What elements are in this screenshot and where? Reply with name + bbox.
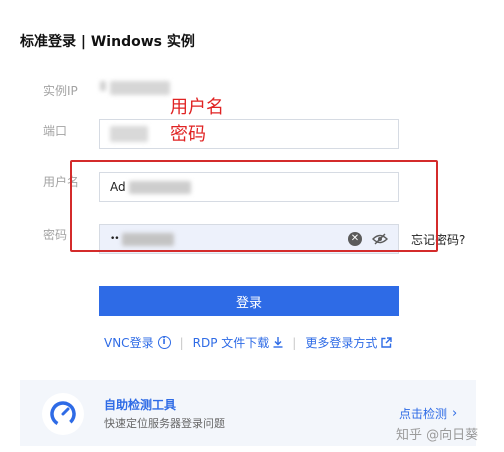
gauge-icon xyxy=(42,393,84,435)
divider: | xyxy=(179,335,184,350)
annotation-username: 用户名 xyxy=(170,97,224,118)
rdp-download-link[interactable]: RDP 文件下载 xyxy=(193,334,284,351)
more-login-methods-label: 更多登录方式 xyxy=(305,336,378,350)
port-field[interactable] xyxy=(99,119,399,149)
info-icon[interactable]: i xyxy=(157,336,171,349)
self-check-subtitle: 快速定位服务器登录问题 xyxy=(104,417,225,430)
run-check-label: 点击检测 xyxy=(399,407,448,421)
page-title: 标准登录 | Windows 实例 xyxy=(20,34,195,50)
vnc-login-label: VNC登录 xyxy=(104,336,154,350)
annotation-password: 密码 xyxy=(170,124,206,145)
ip-value-redacted xyxy=(100,81,170,95)
alt-login-links: VNC登录 i | RDP 文件下载 | 更多登录方式 xyxy=(104,334,393,351)
ip-label: 实例IP xyxy=(43,84,78,98)
password-label: 密码 xyxy=(43,228,68,242)
watermark: 知乎 @向日葵 xyxy=(396,428,479,443)
vnc-login-link[interactable]: VNC登录 i xyxy=(104,334,171,351)
run-check-link[interactable]: 点击检测 › xyxy=(399,405,457,422)
chevron-right-icon: › xyxy=(452,406,458,421)
port-value-redacted xyxy=(110,126,148,142)
login-button[interactable]: 登录 xyxy=(99,286,399,316)
annotation-highlight-box xyxy=(70,160,438,252)
rdp-download-label: RDP 文件下载 xyxy=(192,336,270,350)
download-icon xyxy=(273,337,283,348)
port-label: 端口 xyxy=(43,124,68,138)
self-check-title: 自助检测工具 xyxy=(104,398,177,412)
more-login-methods-link[interactable]: 更多登录方式 xyxy=(305,334,393,351)
divider: | xyxy=(292,335,297,350)
external-link-icon xyxy=(381,337,393,348)
